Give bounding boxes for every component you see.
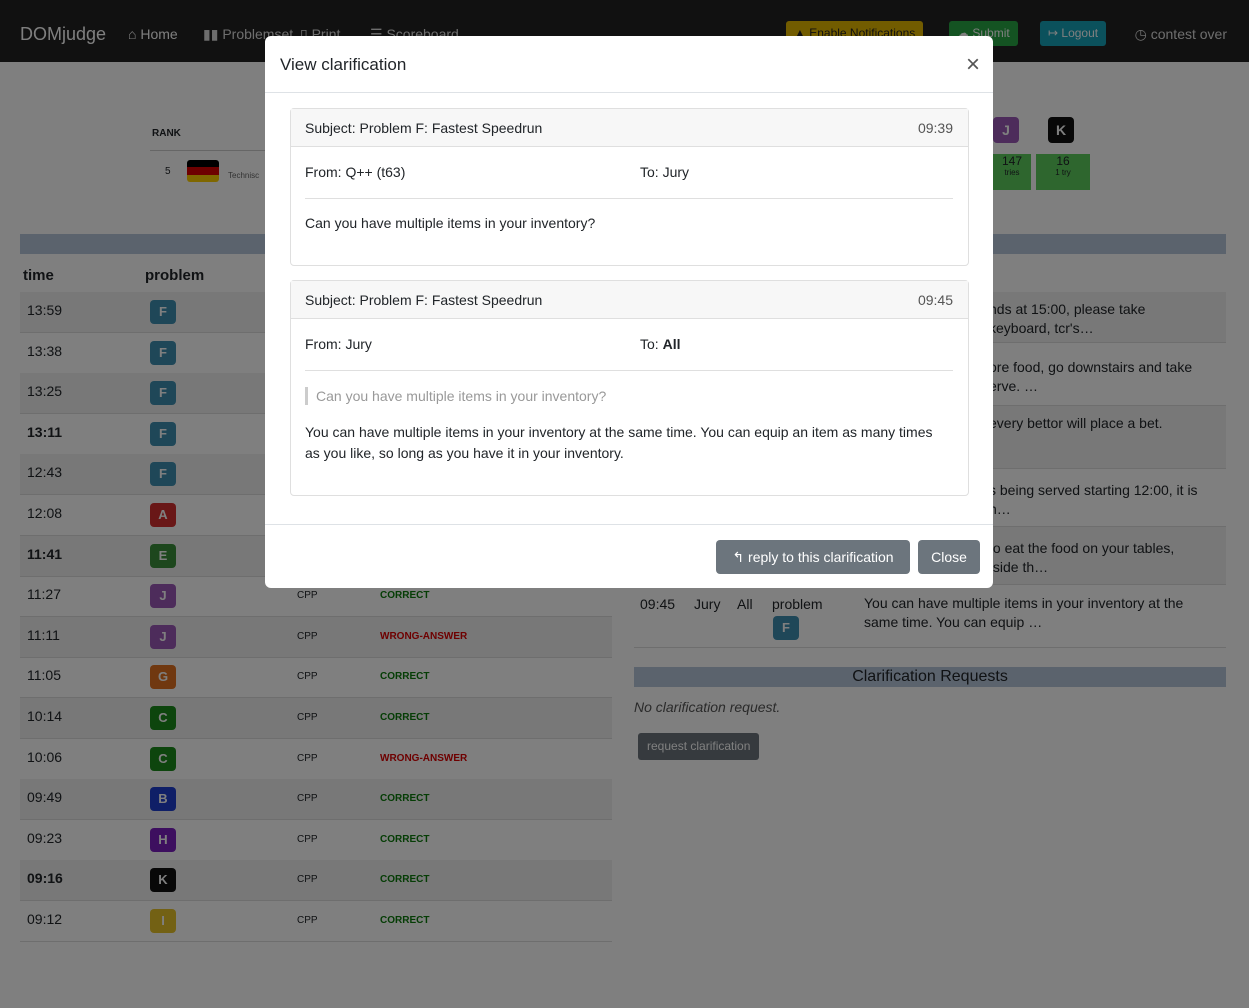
reply-button[interactable]: ↰ reply to this clarification [716, 540, 910, 574]
clarification-card: Subject: Problem F: Fastest Speedrun 09:… [290, 280, 969, 496]
card-body: You can have multiple items in your inve… [305, 424, 933, 461]
card-subject: Subject: Problem F: Fastest Speedrun [305, 292, 543, 308]
clarification-card: Subject: Problem F: Fastest Speedrun 09:… [290, 108, 969, 266]
card-divider [305, 370, 953, 371]
card-divider [305, 198, 953, 199]
card-header: Subject: Problem F: Fastest Speedrun 09:… [291, 109, 968, 147]
close-button[interactable]: Close [918, 540, 980, 574]
reply-icon: ↰ [732, 549, 749, 565]
modal-title: View clarification [280, 55, 407, 74]
card-to: To: All [640, 336, 681, 352]
modal-footer-divider [265, 524, 993, 525]
card-time: 09:39 [917, 120, 953, 136]
card-subject: Subject: Problem F: Fastest Speedrun [305, 120, 543, 136]
view-clarification-modal: View clarification × Subject: Problem F:… [265, 36, 993, 588]
close-icon[interactable]: × [966, 51, 980, 79]
card-from: From: Q++ (t63) [305, 164, 406, 180]
quoted-question: Can you have multiple items in your inve… [305, 387, 606, 405]
modal-header-divider [265, 92, 993, 93]
card-body: Can you have multiple items in your inve… [305, 215, 596, 231]
card-header: Subject: Problem F: Fastest Speedrun 09:… [291, 281, 968, 319]
card-from: From: Jury [305, 336, 372, 352]
card-to: To: Jury [640, 164, 690, 180]
card-time: 09:45 [917, 292, 953, 308]
